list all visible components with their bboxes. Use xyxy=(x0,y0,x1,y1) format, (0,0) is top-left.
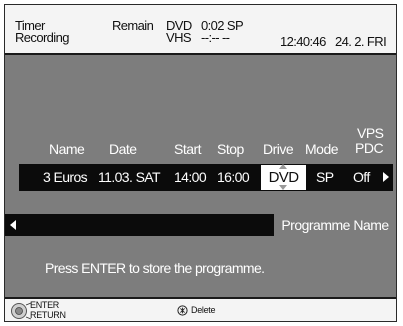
program-row[interactable]: 3 Euros 11.03. SAT 14:00 16:00 DVD SP Of… xyxy=(19,164,393,191)
program-mode-cell[interactable]: SP xyxy=(316,170,334,185)
column-header-start: Start xyxy=(174,141,202,157)
instruction-message: Press ENTER to store the programme. xyxy=(45,260,265,276)
column-header-date: Date xyxy=(109,141,137,157)
column-header-stop: Stop xyxy=(217,141,244,157)
remain-label: Remain xyxy=(112,18,154,33)
programme-name-bar[interactable]: Programme Name xyxy=(5,214,396,236)
program-name-cell[interactable]: 3 Euros xyxy=(43,170,88,185)
program-vps-pdc-cell[interactable]: Off xyxy=(353,170,370,185)
screen-title-line2: Recording xyxy=(15,30,69,45)
column-header-mode: Mode xyxy=(305,141,339,157)
vhs-remain-value: --:-- -- xyxy=(201,30,230,45)
delete-button-icon xyxy=(177,305,188,316)
header-bar: Timer Recording Remain DVD 0:02 SP VHS -… xyxy=(5,5,396,55)
clock-time: 12:40:46 xyxy=(280,34,326,49)
drive-selector[interactable]: DVD xyxy=(261,164,306,190)
drive-value: DVD xyxy=(268,169,299,186)
vhs-label: VHS xyxy=(166,30,192,45)
program-start-cell[interactable]: 14:00 xyxy=(174,170,207,185)
column-header-pdc: PDC xyxy=(355,140,384,156)
left-arrow-icon[interactable] xyxy=(10,220,16,230)
column-header-vps: VPS xyxy=(357,125,384,141)
delete-hint: Delete xyxy=(191,305,216,315)
right-arrow-icon[interactable] xyxy=(383,172,389,182)
program-date-cell[interactable]: 11.03. SAT xyxy=(98,170,161,185)
column-header-name: Name xyxy=(49,141,85,157)
footer-bar: ENTER RETURN Delete xyxy=(5,297,396,321)
column-header-drive: Drive xyxy=(263,141,294,157)
programme-name-button[interactable]: Programme Name xyxy=(274,214,396,236)
clock-date: 24. 2. FRI xyxy=(335,34,387,49)
timer-recording-screen: Timer Recording Remain DVD 0:02 SP VHS -… xyxy=(4,4,397,322)
dial-icon xyxy=(11,302,32,320)
program-stop-cell[interactable]: 16:00 xyxy=(217,170,250,185)
enter-hint: ENTER xyxy=(30,300,60,310)
return-hint: RETURN xyxy=(30,310,66,320)
down-arrow-icon xyxy=(279,185,287,190)
